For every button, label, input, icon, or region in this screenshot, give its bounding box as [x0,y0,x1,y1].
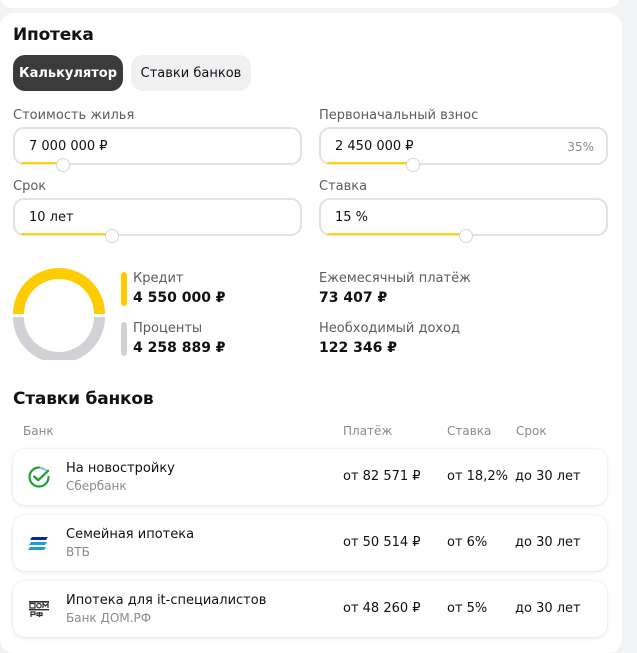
rate-slider-fill [327,233,466,235]
down-payment-value: 2 450 000 ₽ [335,139,414,154]
term-value: 10 лет [29,210,74,225]
offer-title: На новостройку [66,461,175,476]
offer-term: до 30 лет [515,601,581,616]
interest-value: 4 258 889 ₽ [133,340,226,356]
down-payment-slider-handle[interactable] [406,158,420,172]
price-field[interactable]: 7 000 000 ₽ [13,127,302,172]
price-value: 7 000 000 ₽ [29,139,108,154]
price-slider-handle[interactable] [56,158,70,172]
bank-offer-row[interactable]: Ипотека для it-специалистов Банк ДОМ.РФ … [13,581,607,637]
price-label: Стоимость жилья [13,108,135,123]
required-income-label: Необходимый доход [319,321,461,336]
offer-bank-name: Сбербанк [66,479,127,493]
down-payment-percent: 35% [567,140,594,154]
down-payment-field[interactable]: 2 450 000 ₽ 35% [319,127,608,172]
tab-calculator[interactable]: Калькулятор [13,55,123,91]
monthly-payment-value: 73 407 ₽ [319,290,388,306]
donut-credit-arc-left [13,268,59,314]
term-field[interactable]: 10 лет [13,198,302,243]
header-rate: Ставка [447,424,492,438]
offer-bank-name: ВТБ [66,545,90,559]
down-payment-label: Первоначальный взнос [319,108,479,123]
offer-rate: от 18,2% [447,469,508,484]
term-slider-handle[interactable] [105,229,119,243]
bank-offer-row[interactable]: На новостройку Сбербанк от 82 571 ₽ от 1… [13,449,607,505]
required-income-value: 122 346 ₽ [319,340,397,356]
sberbank-logo-icon [28,466,50,488]
donut-credit-arc [59,268,105,314]
donut-interest-arc [13,317,105,360]
credit-legend-bar [121,272,127,306]
mortgage-panel: Ипотека Калькулятор Ставки банков Стоимо… [0,13,622,653]
offer-term: до 30 лет [515,535,581,550]
offer-term: до 30 лет [515,469,581,484]
header-bank: Банк [23,424,54,438]
offer-rate: от 6% [447,535,488,550]
offer-rate: от 5% [447,601,488,616]
offer-title: Ипотека для it-специалистов [66,593,267,608]
rate-slider-handle[interactable] [459,229,473,243]
previous-card [0,0,620,8]
bank-offer-row[interactable]: Семейная ипотека ВТБ от 50 514 ₽ от 6% д… [13,515,607,571]
tab-bank-rates[interactable]: Ставки банков [131,55,251,91]
offer-bank-name: Банк ДОМ.РФ [66,611,152,625]
credit-label: Кредит [133,271,184,286]
rate-label: Ставка [319,179,368,194]
loan-donut-chart [13,268,105,360]
offer-title: Семейная ипотека [66,527,195,542]
header-term: Срок [516,424,547,438]
term-slider-fill [21,233,112,235]
domrf-logo-icon [29,601,49,617]
credit-value: 4 550 000 ₽ [133,290,226,306]
term-label: Срок [13,179,47,194]
rate-value: 15 % [335,210,369,225]
bank-rates-title: Ставки банков [13,389,154,409]
down-payment-slider-fill [327,162,413,164]
interest-legend-bar [121,322,127,356]
rate-field[interactable]: 15 % [319,198,608,243]
monthly-payment-label: Ежемесячный платёж [319,271,471,286]
offer-payment: от 48 260 ₽ [343,601,421,616]
offer-payment: от 50 514 ₽ [343,535,421,550]
offer-payment: от 82 571 ₽ [343,469,421,484]
vtb-logo-icon [28,537,48,550]
interest-label: Проценты [133,321,203,336]
page-title: Ипотека [13,25,94,45]
header-payment: Платёж [343,424,393,438]
